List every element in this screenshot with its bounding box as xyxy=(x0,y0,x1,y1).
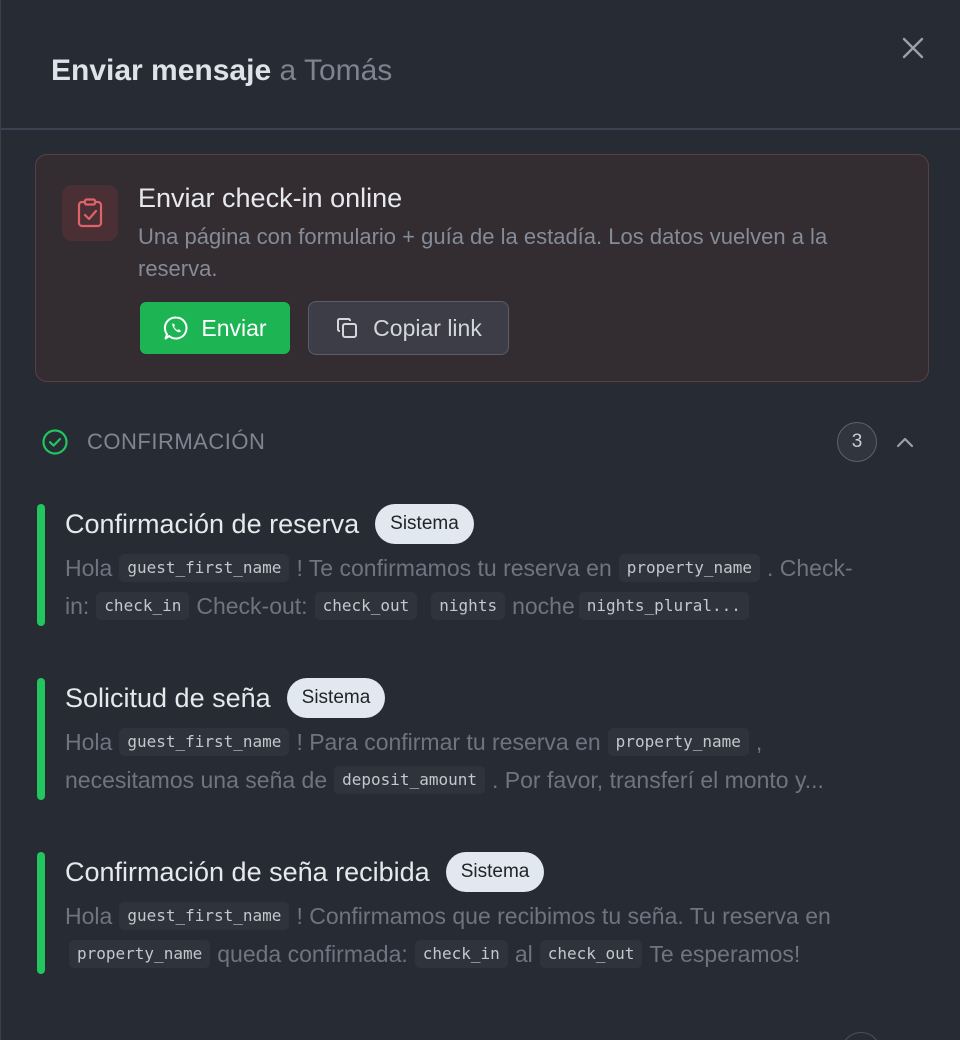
template-accent-bar xyxy=(37,678,45,800)
template-preview-line: necesitamos una seña de deposit_amount .… xyxy=(65,763,824,797)
panel-header: Enviar mensaje a Tomás xyxy=(1,0,960,130)
variable-chip: property_name xyxy=(618,554,760,582)
system-badge: Sistema xyxy=(445,852,545,892)
variable-chip: property_name xyxy=(69,940,211,968)
variable-chip: property_name xyxy=(607,728,749,756)
template-head: Confirmación de seña recibida Sistema xyxy=(65,852,545,892)
checkin-title: Enviar check-in online xyxy=(138,183,403,213)
template-preview-line: property_name queda confirmada: check_in… xyxy=(65,937,800,971)
close-button[interactable] xyxy=(895,30,931,66)
variable-chip: nights_plural... xyxy=(578,592,749,620)
copy-label: Copiar link xyxy=(373,314,482,341)
next-section-count-badge xyxy=(841,1032,881,1040)
template-name: Solicitud de seña xyxy=(65,682,271,713)
preview-text: ! Te confirmamos tu reserva en xyxy=(296,554,612,581)
send-whatsapp-button[interactable]: Enviar xyxy=(140,302,290,354)
template-accent-bar xyxy=(37,504,45,626)
variable-chip: check_out xyxy=(539,940,643,968)
template-item[interactable]: Confirmación de seña recibida Sistema Ho… xyxy=(37,852,917,974)
template-preview-line: Hola guest_first_name ! Confirmamos que … xyxy=(65,899,831,933)
copy-icon xyxy=(337,318,358,338)
send-label: Enviar xyxy=(201,314,267,341)
variable-chip: guest_first_name xyxy=(119,728,290,756)
variable-chip: check_in xyxy=(96,592,190,620)
preview-text: Hola xyxy=(65,728,113,755)
checkin-description: Una página con formulario + guía de la e… xyxy=(138,224,828,281)
section-label: CONFIRMACIÓN xyxy=(87,429,266,454)
preview-text: noche xyxy=(512,592,575,619)
whatsapp-icon xyxy=(164,316,188,340)
preview-text: ! Confirmamos que recibimos tu seña. Tu … xyxy=(296,902,831,929)
template-preview-line: Hola guest_first_name ! Te confirmamos t… xyxy=(65,551,853,585)
preview-text: ! Para confirmar tu reserva en xyxy=(296,728,601,755)
preview-text: necesitamos una seña de xyxy=(65,766,328,793)
template-name: Confirmación de reserva xyxy=(65,508,360,539)
variable-chip: guest_first_name xyxy=(119,554,290,582)
variable-chip: guest_first_name xyxy=(119,902,290,930)
title-text: Enviar mensaje xyxy=(51,54,272,87)
chevron-up-icon[interactable] xyxy=(893,430,917,454)
preview-text: , xyxy=(755,728,763,755)
template-accent-bar xyxy=(37,852,45,974)
preview-text: Hola xyxy=(65,902,113,929)
preview-text: al xyxy=(514,940,533,967)
preview-text: Hola xyxy=(65,554,113,581)
panel-title: Enviar mensaje a Tomás xyxy=(51,54,392,88)
preview-text: Te esperamos! xyxy=(649,940,801,967)
system-badge: Sistema xyxy=(375,504,474,544)
template-head: Confirmación de reserva Sistema xyxy=(65,504,474,544)
variable-chip: nights xyxy=(431,592,506,620)
send-message-panel: Enviar mensaje a Tomás Enviar check-in o… xyxy=(0,0,960,1040)
clipboard-check-icon xyxy=(62,185,118,241)
template-name: Confirmación de seña recibida xyxy=(65,856,430,887)
copy-link-button[interactable]: Copiar link xyxy=(308,301,509,355)
recipient-text: a Tomás xyxy=(279,54,393,87)
preview-text: queda confirmada: xyxy=(217,940,408,967)
variable-chip: check_in xyxy=(414,940,508,968)
variable-chip: deposit_amount xyxy=(334,766,485,794)
template-item[interactable]: Confirmación de reserva Sistema Hola gue… xyxy=(37,504,917,626)
checkin-card: Enviar check-in online Una página con fo… xyxy=(35,154,929,382)
template-head: Solicitud de seña Sistema xyxy=(65,678,386,718)
template-item[interactable]: Solicitud de seña Sistema Hola guest_fir… xyxy=(37,678,917,800)
count-badge: 3 xyxy=(837,422,877,462)
template-preview-line: in: check_in Check-out: check_out nights… xyxy=(65,589,756,623)
section-confirmacion-header[interactable]: CONFIRMACIÓN 3 xyxy=(41,418,931,466)
preview-text: . Check- xyxy=(767,554,853,581)
template-preview-line: Hola guest_first_name ! Para confirmar t… xyxy=(65,725,762,759)
system-badge: Sistema xyxy=(286,678,386,718)
close-icon xyxy=(902,37,924,59)
preview-text: . Por favor, transferí el monto y... xyxy=(491,766,824,793)
variable-chip: check_out xyxy=(314,592,418,620)
preview-text: Check-out: xyxy=(196,592,308,619)
preview-text: in: xyxy=(65,592,90,619)
check-circle-icon xyxy=(42,429,68,455)
